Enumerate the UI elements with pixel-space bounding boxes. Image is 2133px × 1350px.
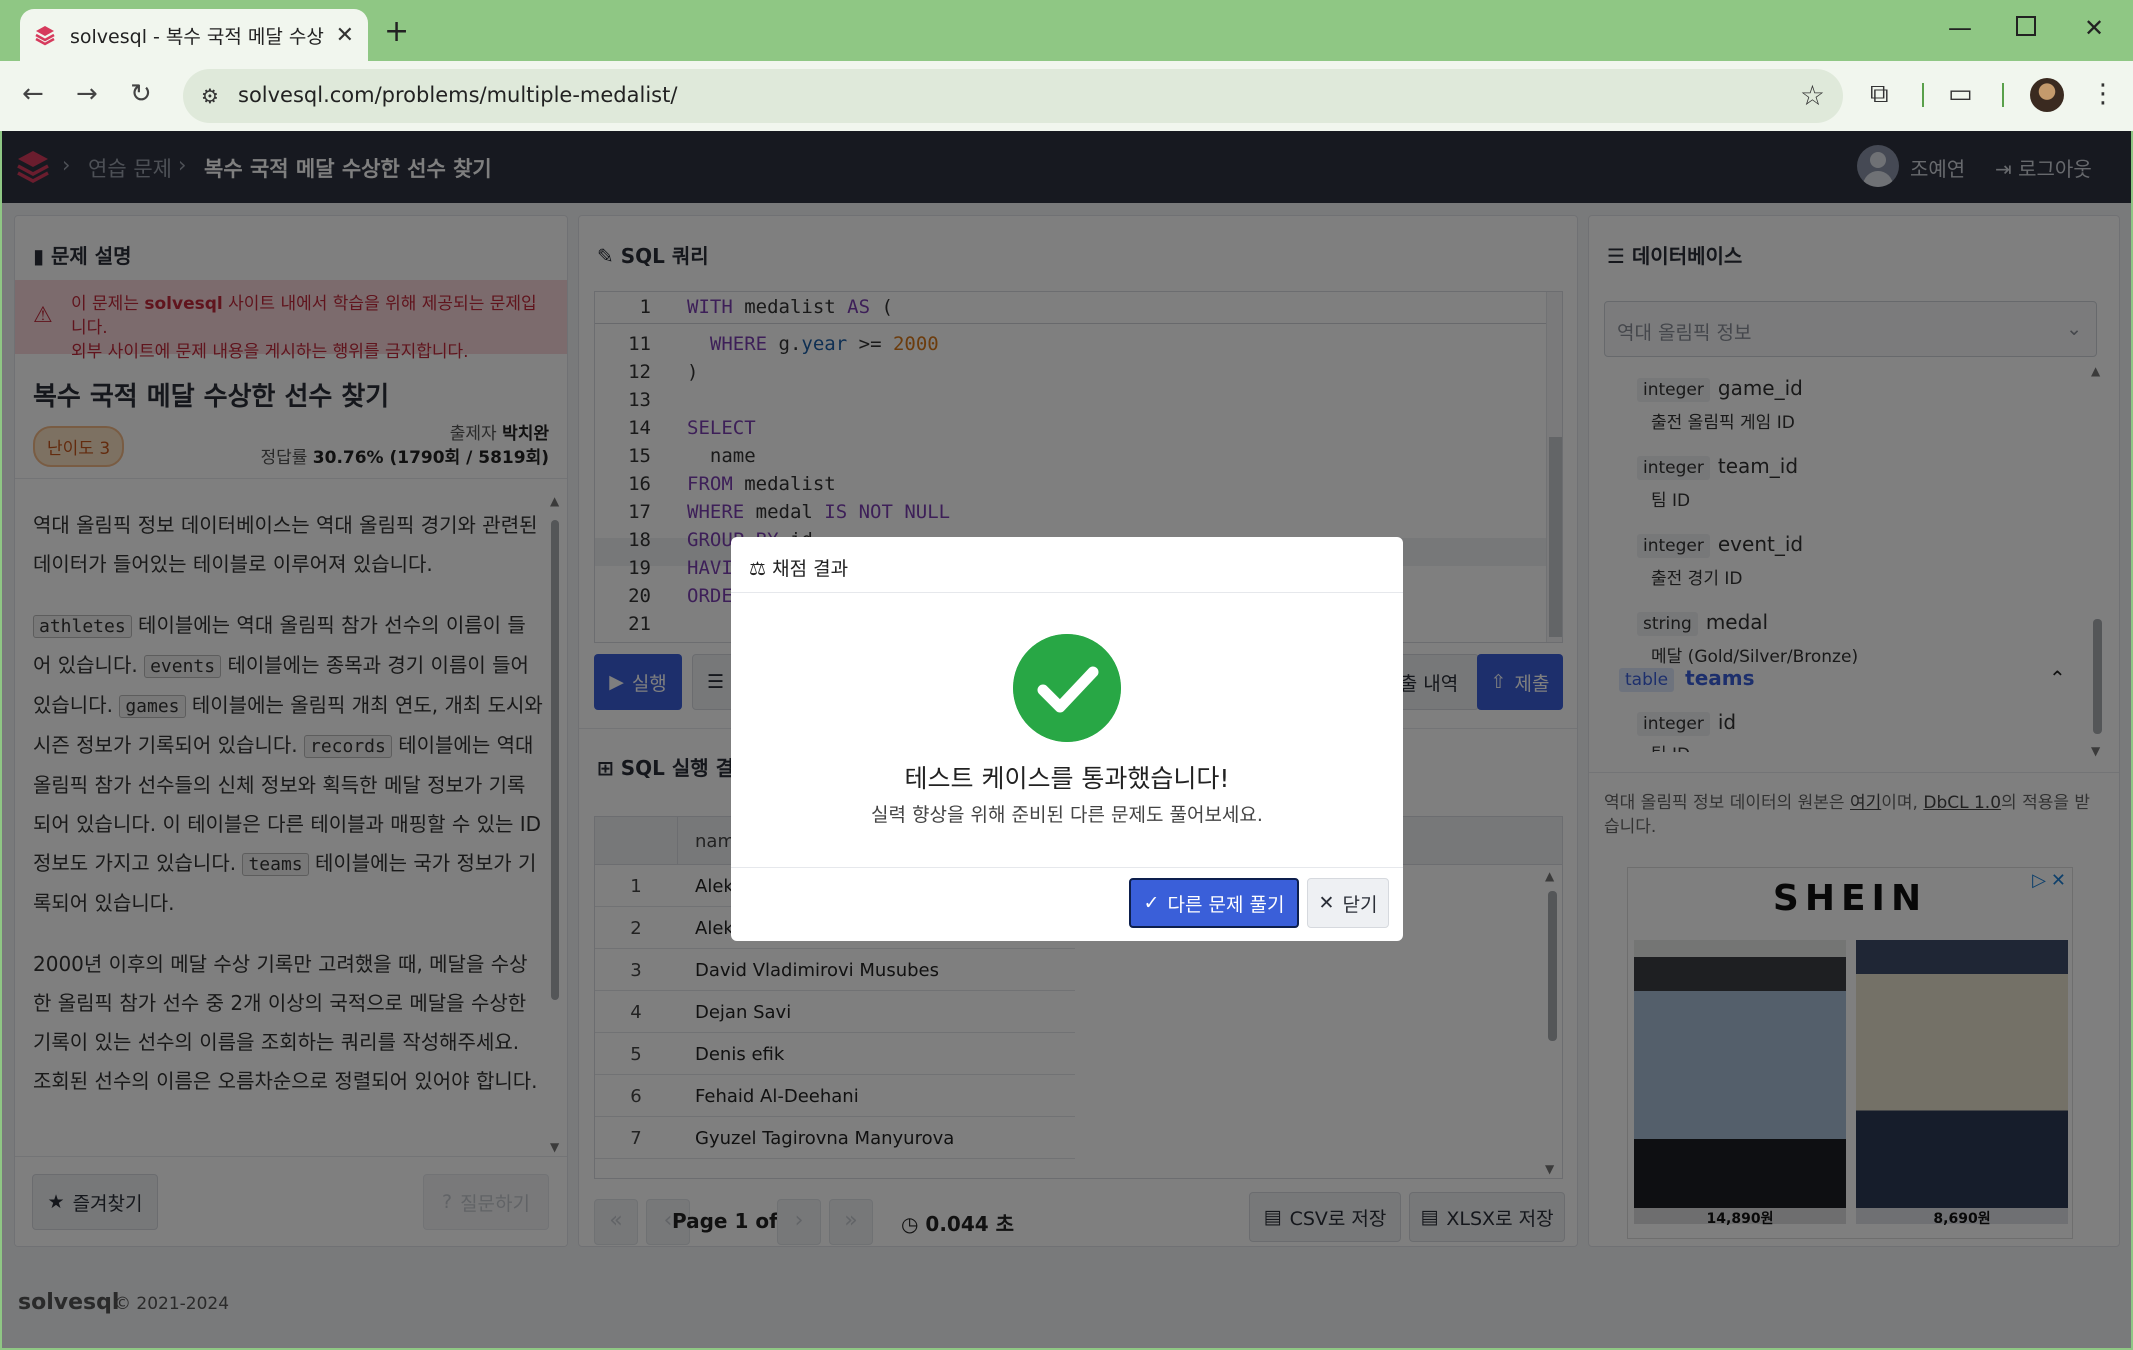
- tab-title: solvesql - 복수 국적 메달 수상: [70, 25, 324, 48]
- toolbar-separator: [2002, 83, 2004, 107]
- browser-profile-avatar[interactable]: [2030, 78, 2064, 112]
- back-icon[interactable]: ←: [22, 79, 44, 109]
- url-text: solvesql.com/problems/multiple-medalist/: [238, 83, 678, 107]
- reload-icon[interactable]: ↻: [130, 79, 152, 109]
- scale-icon: ⚖: [749, 558, 767, 580]
- address-bar[interactable]: ⚙ solvesql.com/problems/multiple-medalis…: [183, 69, 1843, 123]
- close-label: 닫기: [1342, 893, 1378, 916]
- minimize-icon[interactable]: —: [1948, 14, 1972, 42]
- modal-subtext: 실력 향상을 위해 준비된 다른 문제도 풀어보세요.: [871, 804, 1263, 826]
- toolbar-separator: [1922, 83, 1924, 107]
- close-modal-button[interactable]: ✕ 닫기: [1307, 878, 1389, 928]
- modal-footer: ✓ 다른 문제 풀기 ✕ 닫기: [731, 867, 1403, 941]
- extensions-icon[interactable]: ⧉: [1870, 79, 1889, 110]
- modal-message: 테스트 케이스를 통과했습니다!: [904, 764, 1230, 793]
- browser-tab[interactable]: solvesql - 복수 국적 메달 수상 ✕: [20, 9, 368, 61]
- site-info-icon[interactable]: ⚙: [201, 84, 219, 108]
- browser-toolbar: ← → ↻ ⚙ solvesql.com/problems/multiple-m…: [0, 61, 2133, 131]
- window-close-icon[interactable]: ✕: [2084, 14, 2104, 42]
- success-check-icon: [1013, 634, 1121, 742]
- check-icon: ✓: [1143, 892, 1160, 914]
- grading-result-modal: ⚖ 채점 결과 테스트 케이스를 통과했습니다! 실력 향상을 위해 준비된 다…: [731, 537, 1403, 941]
- cast-search-icon[interactable]: ▭: [1948, 79, 1973, 109]
- bookmark-star-icon[interactable]: ☆: [1800, 79, 1825, 112]
- close-icon: ✕: [1318, 892, 1335, 914]
- modal-header: ⚖ 채점 결과: [731, 537, 1403, 593]
- next-problem-label: 다른 문제 풀기: [1167, 893, 1285, 916]
- browser-tab-strip: solvesql - 복수 국적 메달 수상 ✕ + — ✕: [0, 0, 2133, 61]
- solvesql-favicon-icon: [35, 26, 55, 46]
- modal-title: 채점 결과: [772, 558, 849, 580]
- maximize-icon[interactable]: [2016, 16, 2036, 36]
- next-problem-button[interactable]: ✓ 다른 문제 풀기: [1129, 878, 1299, 928]
- new-tab-icon[interactable]: +: [384, 14, 409, 49]
- browser-menu-icon[interactable]: ⋮: [2090, 79, 2116, 109]
- tab-close-icon[interactable]: ✕: [336, 23, 354, 48]
- forward-icon[interactable]: →: [76, 79, 98, 109]
